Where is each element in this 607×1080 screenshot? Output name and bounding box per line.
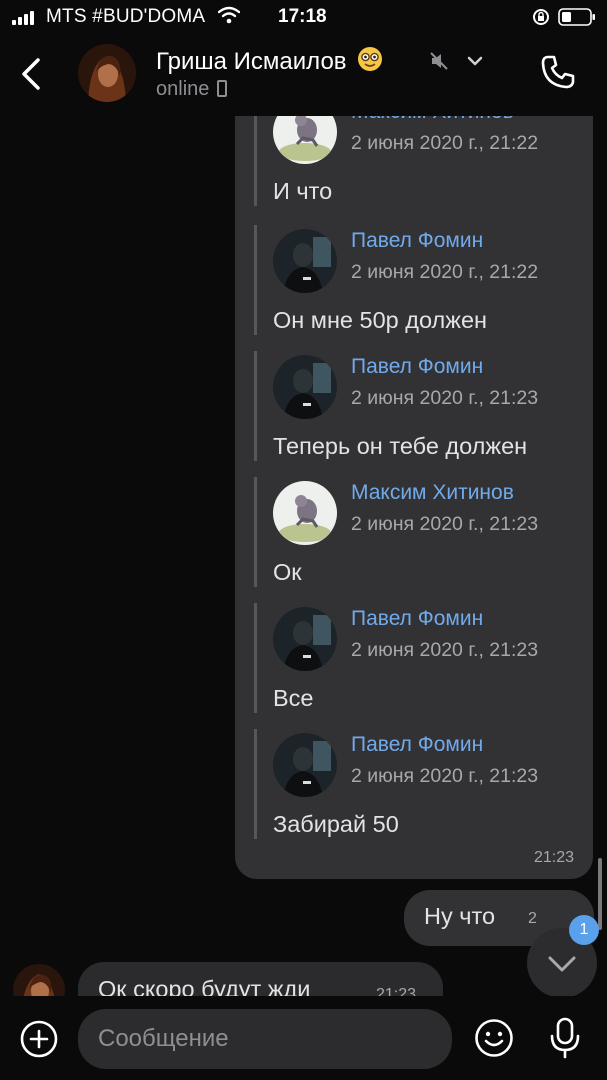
message-time: 21:23 [533,849,574,866]
avatar [273,229,337,293]
forward-text: Ок [273,559,302,585]
avatar [273,116,337,164]
forward-date: 2 июня 2020 г., 21:23 [351,513,539,535]
nerd-face-emoji [358,47,383,71]
forward-author[interactable]: Павел Фомин [351,607,483,631]
avatar[interactable] [13,964,65,996]
forward-text: Он мне 50р должен [273,307,488,333]
forwarded-message: Максим Хитинов 2 июня 2020 г., 21:22 И ч… [254,116,584,206]
composer [0,996,607,1080]
signal-icon [12,11,38,25]
chevron-down-icon[interactable] [465,51,485,71]
avatar [273,733,337,797]
forwarded-message: Павел Фомин 2 июня 2020 г., 21:23 Все [254,603,584,713]
forward-author[interactable]: Павел Фомин [351,355,483,379]
plus-icon[interactable] [20,1020,58,1058]
back-icon[interactable] [14,52,48,96]
message-text: Ну что [424,903,496,929]
forward-date: 2 июня 2020 г., 21:22 [351,132,539,154]
message-time: 2 [528,910,537,927]
forward-date: 2 июня 2020 г., 21:23 [351,387,539,409]
forward-author[interactable]: Павел Фомин [351,733,483,757]
incoming-message[interactable]: Ок скоро будут жди 21:23 [78,962,443,996]
avatar [273,607,337,671]
avatar [273,481,337,545]
wifi-icon [218,6,240,24]
forward-text: Забирай 50 [273,811,399,837]
contact-name[interactable]: Гриша Исмаилов [156,46,383,76]
forward-text: Теперь он тебе должен [273,433,528,459]
forwarded-message: Павел Фомин 2 июня 2020 г., 21:22 Он мне… [254,225,584,335]
status-bar: MTS #BUD'DOMA 17:18 [0,0,607,34]
forward-date: 2 июня 2020 г., 21:23 [351,765,539,787]
message-input[interactable] [78,1009,452,1069]
forward-text: И что [273,178,333,204]
mute-icon [430,52,448,70]
rotation-lock-icon [533,9,549,25]
forwarded-message: Павел Фомин 2 июня 2020 г., 21:23 Теперь… [254,351,584,461]
message-list[interactable]: Максим Хитинов 2 июня 2020 г., 21:22 И ч… [0,116,607,996]
carrier-label: MTS #BUD'DOMA [46,6,206,27]
forward-author[interactable]: Максим Хитинов [351,481,514,505]
chat-header: Гриша Исмаилов online [0,34,607,116]
forwarded-message: Максим Хитинов 2 июня 2020 г., 21:23 Ок [254,477,584,587]
scrollbar[interactable] [598,858,602,930]
forward-author[interactable]: Максим Хитинов [351,116,514,124]
forward-text: Все [273,685,314,711]
message-text: Ок скоро будут жди [98,976,311,996]
phone-icon[interactable] [538,52,578,92]
forward-date: 2 июня 2020 г., 21:22 [351,261,539,283]
avatar [273,355,337,419]
forwarded-messages-bubble[interactable]: Максим Хитинов 2 июня 2020 г., 21:22 И ч… [235,116,593,879]
forward-author[interactable]: Павел Фомин [351,229,483,253]
message-time: 21:23 [376,986,417,996]
smile-icon[interactable] [474,1018,514,1058]
forwarded-message: Павел Фомин 2 июня 2020 г., 21:23 Забира… [254,729,584,839]
clock: 17:18 [278,6,327,27]
mobile-device-icon [217,80,228,97]
unread-badge: 1 [569,915,599,945]
battery-icon [558,8,595,26]
contact-status: online [156,78,228,101]
forward-date: 2 июня 2020 г., 21:23 [351,639,539,661]
avatar[interactable] [78,44,136,102]
microphone-icon[interactable] [548,1016,582,1060]
